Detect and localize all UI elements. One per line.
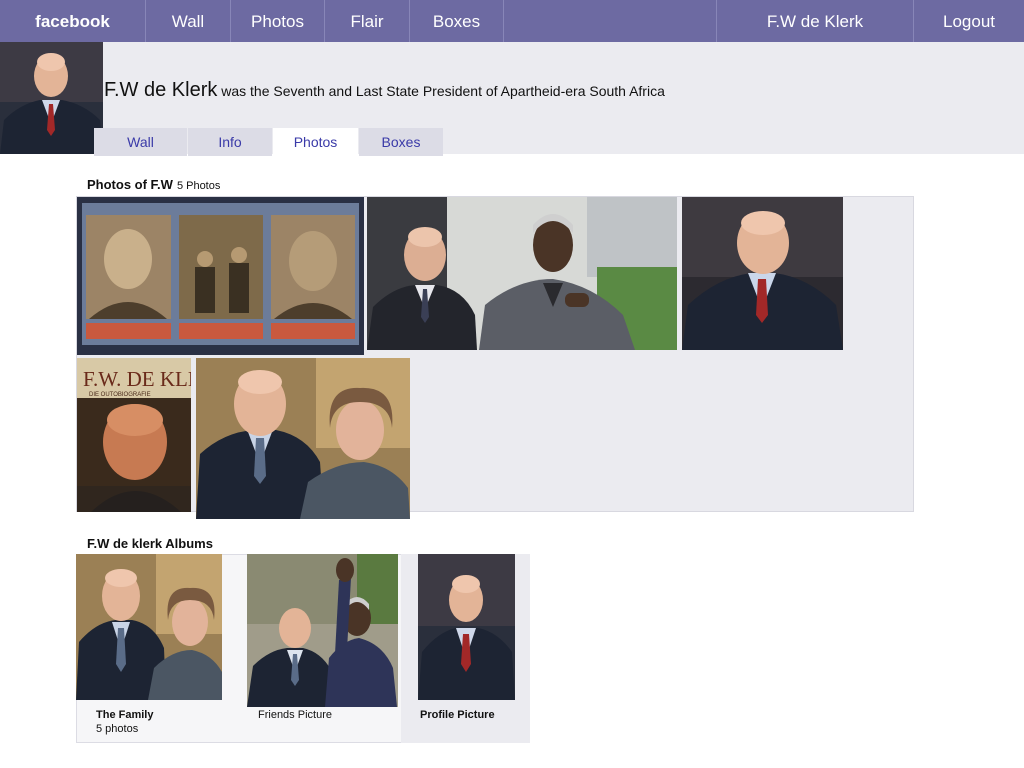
tab-boxes[interactable]: Boxes (359, 128, 443, 156)
book-cover-title: F.W. DE KLERK (83, 367, 191, 391)
tab-photos[interactable]: Photos (273, 128, 358, 156)
albums-section-title: F.W de klerk Albums (87, 536, 213, 551)
nav-flair[interactable]: Flair (325, 0, 409, 42)
profile-name[interactable]: F.W de Klerk (104, 79, 217, 101)
album-cover-profile[interactable] (418, 554, 515, 700)
profile-heading: F.W de Klerk was the Seventh and Last St… (104, 79, 665, 102)
photo-stamps[interactable] (77, 197, 364, 355)
photo-with-wife[interactable] (196, 358, 410, 519)
album-cover-family[interactable] (76, 554, 222, 700)
nav-user-profile[interactable]: F.W de Klerk (717, 0, 913, 42)
nav-boxes[interactable]: Boxes (410, 0, 503, 42)
tab-info[interactable]: Info (188, 128, 272, 156)
top-nav-bar: facebook Wall Photos Flair Boxes F.W de … (0, 0, 1024, 42)
album-count-family: 5 photos (96, 723, 139, 735)
profile-avatar[interactable] (0, 42, 103, 154)
album-name-friends[interactable]: Friends Picture (258, 709, 332, 721)
logout-button[interactable]: Logout (914, 0, 1024, 42)
book-cover-subtitle: DIE OUTOBIOGRAFIE (89, 392, 151, 398)
album-name-family[interactable]: The Family (96, 709, 153, 721)
nav-divider (503, 0, 504, 42)
profile-bio: was the Seventh and Last State President… (217, 83, 665, 99)
photo-book-cover[interactable]: F.W. DE KLERK DIE OUTOBIOGRAFIE (77, 358, 191, 512)
nav-photos[interactable]: Photos (231, 0, 324, 42)
photos-title: Photos of F.W (87, 177, 173, 192)
photos-section-title: Photos of F.W 5 Photos (87, 177, 220, 192)
album-cover-friends[interactable] (247, 554, 398, 707)
photo-portrait[interactable] (682, 197, 843, 350)
nav-wall[interactable]: Wall (146, 0, 230, 42)
tab-wall[interactable]: Wall (94, 128, 187, 156)
facebook-logo[interactable]: facebook (0, 0, 145, 42)
photos-count: 5 Photos (176, 180, 221, 192)
photo-with-mandela[interactable] (367, 197, 677, 350)
album-name-profile[interactable]: Profile Picture (420, 709, 495, 721)
